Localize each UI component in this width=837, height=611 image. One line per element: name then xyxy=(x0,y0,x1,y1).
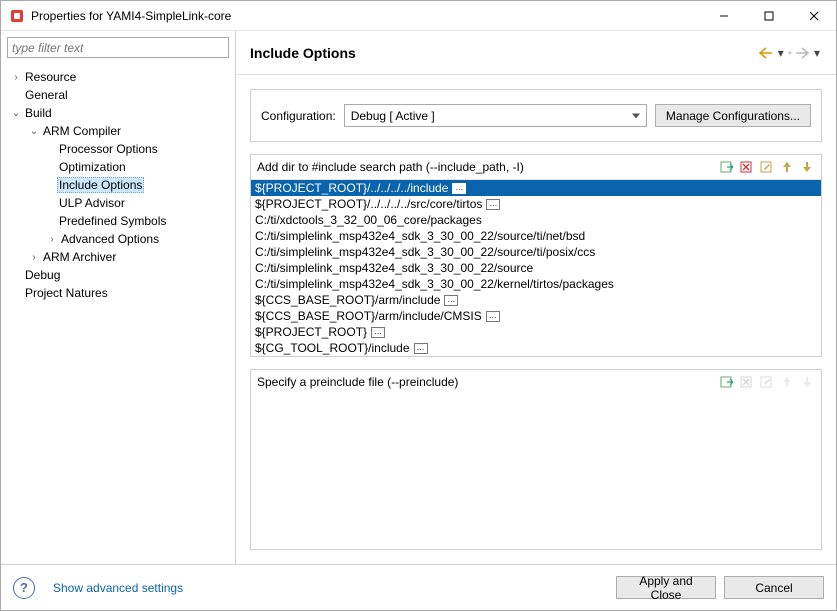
content-header: Include Options ▾ • ▾ xyxy=(236,31,836,75)
list-item-text: C:/ti/simplelink_msp432e4_sdk_3_30_00_22… xyxy=(255,260,533,276)
chevron-down-icon: ⌄ xyxy=(27,126,41,137)
close-button[interactable] xyxy=(791,1,836,31)
content-panel: Include Options ▾ • ▾ Configuration: Deb… xyxy=(236,31,836,564)
show-advanced-link[interactable]: Show advanced settings xyxy=(53,581,183,595)
tree-item-processor-options[interactable]: Processor Options xyxy=(1,140,235,158)
include-path-item[interactable]: ${CG_TOOL_ROOT}/include … xyxy=(251,340,821,356)
chevron-right-icon: › xyxy=(27,252,41,263)
configuration-select[interactable]: Debug [ Active ] xyxy=(344,104,647,127)
apply-and-close-button[interactable]: Apply and Close xyxy=(616,576,716,599)
move-up-icon[interactable] xyxy=(779,159,795,175)
window-buttons xyxy=(701,1,836,31)
back-button[interactable] xyxy=(758,45,774,61)
list-item-text: ${CCS_BASE_ROOT}/arm/include xyxy=(255,292,440,308)
include-path-item[interactable]: C:/ti/simplelink_msp432e4_sdk_3_30_00_22… xyxy=(251,276,821,292)
include-path-item[interactable]: ${PROJECT_ROOT}/../../../../include … xyxy=(251,180,821,196)
include-path-group: Add dir to #include search path (--inclu… xyxy=(250,154,822,357)
cancel-button[interactable]: Cancel xyxy=(724,576,824,599)
tree-item-optimization[interactable]: Optimization xyxy=(1,158,235,176)
main-area: ›Resource General ⌄Build ⌄ARM Compiler P… xyxy=(1,31,836,564)
back-dropdown[interactable]: ▾ xyxy=(776,45,786,61)
preinclude-listbox[interactable] xyxy=(251,394,821,549)
forward-dropdown[interactable]: ▾ xyxy=(812,45,822,61)
list-item-text: ${PROJECT_ROOT}/../../../../src/core/tir… xyxy=(255,196,482,212)
app-icon xyxy=(9,8,25,24)
list-item-text: C:/ti/xdctools_3_32_00_06_core/packages xyxy=(255,212,482,228)
list-item-text: C:/ti/simplelink_msp432e4_sdk_3_30_00_22… xyxy=(255,228,585,244)
preinclude-label: Specify a preinclude file (--preinclude) xyxy=(257,375,715,389)
tree-item-general[interactable]: General xyxy=(1,86,235,104)
list-item-text: C:/ti/simplelink_msp432e4_sdk_3_30_00_22… xyxy=(255,244,595,260)
move-down-icon[interactable] xyxy=(799,159,815,175)
preinclude-group: Specify a preinclude file (--preinclude) xyxy=(250,369,822,550)
manage-configurations-button[interactable]: Manage Configurations... xyxy=(655,104,811,127)
tree-item-project-natures[interactable]: Project Natures xyxy=(1,284,235,302)
nav-arrows: ▾ • ▾ xyxy=(758,45,822,61)
move-up-icon xyxy=(779,374,795,390)
list-item-text: C:/ti/simplelink_msp432e4_sdk_3_30_00_22… xyxy=(255,276,614,292)
expand-variable-icon: … xyxy=(444,295,458,306)
footer: ? Show advanced settings Apply and Close… xyxy=(1,564,836,610)
expand-variable-icon: … xyxy=(452,183,466,194)
nav-tree: ›Resource General ⌄Build ⌄ARM Compiler P… xyxy=(1,64,235,564)
delete-icon[interactable] xyxy=(739,159,755,175)
include-path-item[interactable]: C:/ti/xdctools_3_32_00_06_core/packages xyxy=(251,212,821,228)
tree-item-debug[interactable]: Debug xyxy=(1,266,235,284)
delete-icon xyxy=(739,374,755,390)
preinclude-header: Specify a preinclude file (--preinclude) xyxy=(251,370,821,394)
maximize-button[interactable] xyxy=(746,1,791,31)
include-path-header: Add dir to #include search path (--inclu… xyxy=(251,155,821,179)
add-icon[interactable] xyxy=(719,374,735,390)
add-icon[interactable] xyxy=(719,159,735,175)
tree-item-advanced-options[interactable]: ›Advanced Options xyxy=(1,230,235,248)
expand-variable-icon: … xyxy=(371,327,385,338)
expand-variable-icon: … xyxy=(486,311,500,322)
help-icon[interactable]: ? xyxy=(13,577,35,599)
tree-item-include-options[interactable]: Include Options xyxy=(1,176,235,194)
expand-variable-icon: … xyxy=(486,199,500,210)
configuration-value: Debug [ Active ] xyxy=(351,109,435,123)
page-title: Include Options xyxy=(250,45,758,61)
move-down-icon xyxy=(799,374,815,390)
tree-item-resource[interactable]: ›Resource xyxy=(1,68,235,86)
configuration-label: Configuration: xyxy=(261,109,336,123)
include-path-item[interactable]: C:/ti/simplelink_msp432e4_sdk_3_30_00_22… xyxy=(251,260,821,276)
minimize-button[interactable] xyxy=(701,1,746,31)
content-body: Configuration: Debug [ Active ] Manage C… xyxy=(236,75,836,564)
filter-input[interactable] xyxy=(7,37,229,58)
tree-item-arm-archiver[interactable]: ›ARM Archiver xyxy=(1,248,235,266)
include-path-item[interactable]: ${PROJECT_ROOT} … xyxy=(251,324,821,340)
include-path-item[interactable]: C:/ti/simplelink_msp432e4_sdk_3_30_00_22… xyxy=(251,228,821,244)
tree-item-arm-compiler[interactable]: ⌄ARM Compiler xyxy=(1,122,235,140)
include-path-item[interactable]: C:/ti/simplelink_msp432e4_sdk_3_30_00_22… xyxy=(251,244,821,260)
window-title: Properties for YAMI4-SimpleLink-core xyxy=(31,9,701,23)
chevron-right-icon: › xyxy=(9,72,23,83)
list-item-text: ${PROJECT_ROOT}/../../../../include xyxy=(255,180,448,196)
include-path-listbox[interactable]: ${PROJECT_ROOT}/../../../../include…${PR… xyxy=(251,179,821,356)
include-path-item[interactable]: ${CCS_BASE_ROOT}/arm/include … xyxy=(251,292,821,308)
tree-item-predefined-symbols[interactable]: Predefined Symbols xyxy=(1,212,235,230)
forward-button[interactable] xyxy=(794,45,810,61)
chevron-right-icon: › xyxy=(45,234,59,245)
edit-icon[interactable] xyxy=(759,159,775,175)
configuration-box: Configuration: Debug [ Active ] Manage C… xyxy=(250,89,822,142)
list-item-text: ${PROJECT_ROOT} xyxy=(255,324,367,340)
expand-variable-icon: … xyxy=(414,343,428,354)
include-path-item[interactable]: ${CCS_BASE_ROOT}/arm/include/CMSIS … xyxy=(251,308,821,324)
tree-item-build[interactable]: ⌄Build xyxy=(1,104,235,122)
sidebar: ›Resource General ⌄Build ⌄ARM Compiler P… xyxy=(1,31,236,564)
tree-item-ulp-advisor[interactable]: ULP Advisor xyxy=(1,194,235,212)
include-path-item[interactable]: ${PROJECT_ROOT}/../../../../src/core/tir… xyxy=(251,196,821,212)
chevron-down-icon: ⌄ xyxy=(9,108,23,119)
titlebar: Properties for YAMI4-SimpleLink-core xyxy=(1,1,836,31)
list-item-text: ${CG_TOOL_ROOT}/include xyxy=(255,340,410,356)
include-path-label: Add dir to #include search path (--inclu… xyxy=(257,160,715,174)
edit-icon xyxy=(759,374,775,390)
list-item-text: ${CCS_BASE_ROOT}/arm/include/CMSIS xyxy=(255,308,482,324)
